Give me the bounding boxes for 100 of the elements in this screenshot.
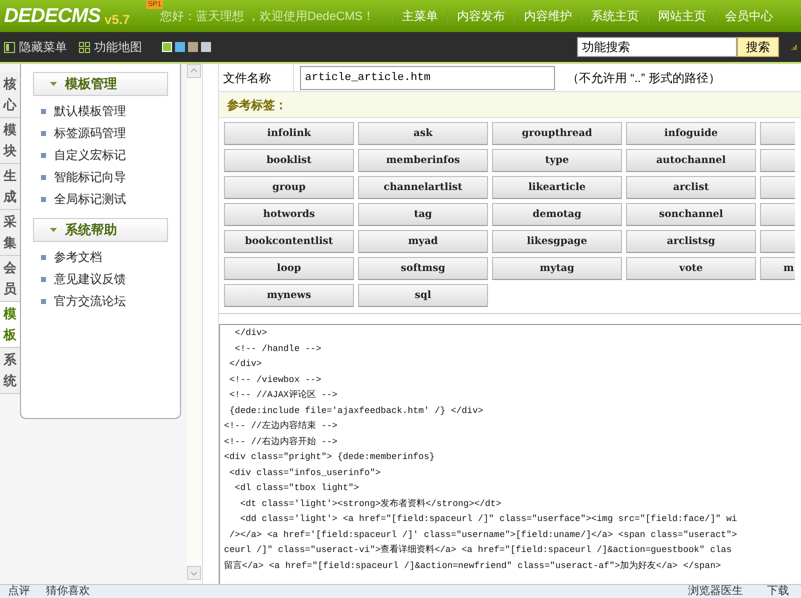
side-tab-label: 会员: [4, 258, 16, 298]
code-line: <div class="pright"> {dede:memberinfos}: [224, 451, 435, 464]
tag-button[interactable]: ask: [358, 122, 488, 145]
caret-icon: [50, 82, 57, 86]
code-line: /></a> <a href='[field:spaceurl /]' class="username">[field:uname/]</a> <span class="useract">: [228, 528, 738, 542]
tag-button[interactable]: demotag: [492, 203, 622, 226]
bullet-icon: [41, 276, 46, 282]
scroll-up-icon[interactable]: [187, 64, 201, 78]
menu-link[interactable]: 全局标记测试: [33, 188, 168, 210]
menu-link[interactable]: 官方交流论坛: [33, 290, 168, 312]
bullet-icon: [41, 254, 46, 260]
code-line: <!-- /handle -->: [234, 342, 322, 356]
bullet-icon: [41, 130, 46, 136]
code-line: ceurl /]" class="useract-vi">查看详细资料</a> <a href="[field:spaceurl /]&action=guestbook" clas: [224, 544, 732, 557]
side-tab[interactable]: 生成: [0, 164, 20, 210]
search-field[interactable]: 功能搜索: [577, 37, 737, 57]
tag-button[interactable]: m: [760, 257, 795, 280]
status-item[interactable]: 浏览器医生: [676, 586, 755, 597]
tag-button[interactable]: arclistsg: [626, 230, 756, 253]
section-title: 模板管理: [65, 75, 117, 94]
side-tab-label: 模块: [4, 120, 16, 160]
toolbar-button[interactable]: 隐藏菜单: [4, 38, 67, 56]
tag-button[interactable]: softmsg: [358, 257, 488, 280]
tag-button[interactable]: [760, 149, 795, 172]
code-line: <!-- //右边内容开始 -->: [224, 436, 338, 448]
section-header[interactable]: 模板管理: [33, 72, 168, 96]
menu-link[interactable]: 智能标记向导: [33, 166, 168, 188]
code-line: </div>: [234, 327, 268, 340]
menu-link[interactable]: 默认模板管理: [33, 100, 168, 122]
tag-button[interactable]: likearticle: [492, 176, 622, 199]
side-tab-label: 生成: [4, 166, 16, 206]
side-tab[interactable]: 模块: [0, 118, 20, 164]
side-tab[interactable]: 模板: [0, 302, 20, 348]
grid-icon: [79, 42, 90, 52]
toolbar-button[interactable]: 功能地图: [79, 38, 142, 56]
filename-field[interactable]: article_article.htm: [300, 66, 555, 90]
status-item[interactable]: 点评: [0, 586, 38, 597]
search-button[interactable]: 搜索: [737, 37, 779, 57]
bullet-icon: [41, 298, 46, 304]
tag-button[interactable]: hotwords: [224, 203, 354, 226]
code-line: <!-- /viewbox -->: [228, 374, 322, 386]
tag-button[interactable]: infolink: [224, 122, 354, 145]
bullet-icon: [41, 174, 46, 180]
tag-button[interactable]: likesgpage: [492, 230, 622, 253]
side-tab-label: 模板: [4, 304, 16, 344]
theme-swatch[interactable]: [188, 42, 198, 52]
tag-button[interactable]: sonchannel: [626, 203, 756, 226]
tag-button[interactable]: mynews: [224, 284, 354, 307]
tag-button[interactable]: sql: [358, 284, 488, 307]
status-item[interactable]: 下载: [755, 586, 801, 597]
tag-button[interactable]: loop: [224, 257, 354, 280]
menu-link[interactable]: 参考文档: [33, 246, 168, 268]
reference-title: 参考标签：: [227, 96, 287, 114]
theme-swatch[interactable]: [162, 42, 172, 52]
side-tab-label: 采集: [4, 212, 16, 252]
side-tab[interactable]: 系统: [0, 348, 20, 394]
path-note: （不允许用 “..” 形式的路径）: [567, 70, 720, 86]
tag-button[interactable]: infoguide: [626, 122, 756, 145]
tag-button[interactable]: autochannel: [626, 149, 756, 172]
tag-button[interactable]: mytag: [492, 257, 622, 280]
side-tab-label: 系统: [4, 350, 16, 390]
tag-button[interactable]: vote: [626, 257, 756, 280]
tag-button[interactable]: groupthread: [492, 122, 622, 145]
code-line: <!-- //左边内容结束 -->: [224, 420, 338, 433]
status-item[interactable]: 猜你喜欢: [38, 586, 98, 597]
side-tab[interactable]: 采集: [0, 210, 20, 256]
tag-button[interactable]: channelartlist: [358, 176, 488, 199]
menu-link[interactable]: 标签源码管理: [33, 122, 168, 144]
code-editor[interactable]: [219, 324, 801, 584]
tag-button[interactable]: type: [492, 149, 622, 172]
section-title: 系统帮助: [65, 221, 117, 240]
side-tab-label: 核心: [4, 74, 16, 114]
panel-icon: [4, 42, 15, 52]
side-tab[interactable]: 会员: [0, 256, 20, 302]
tag-button[interactable]: bookcontentlist: [224, 230, 354, 253]
scroll-down-icon[interactable]: [187, 566, 201, 580]
tag-button[interactable]: memberinfos: [358, 149, 488, 172]
tag-button[interactable]: [760, 230, 795, 253]
theme-swatch[interactable]: [175, 42, 185, 52]
menu-link[interactable]: 意见建议反馈: [33, 268, 168, 290]
tag-button[interactable]: myad: [358, 230, 488, 253]
tag-button[interactable]: arclist: [626, 176, 756, 199]
code-line: {dede:include file='ajaxfeedback.htm' /} </div>: [228, 404, 484, 418]
code-line: <dd class='light'> <a href="[field:spaceurl /]" class="userface"><img src="[field:face/]" wi: [239, 513, 738, 526]
menu-link[interactable]: 自定义宏标记: [33, 144, 168, 166]
code-line: <dt class='light'><strong>发布者资料</strong></dt>: [239, 498, 502, 510]
tag-button[interactable]: [760, 176, 795, 199]
tag-button[interactable]: [760, 122, 795, 145]
tag-button[interactable]: [760, 203, 795, 226]
tag-button[interactable]: tag: [358, 203, 488, 226]
section-header[interactable]: 系统帮助: [33, 218, 168, 242]
greeting: 您好：蓝天理想 ，欢迎使用DedeCMS！: [160, 8, 376, 25]
side-tab[interactable]: 核心: [0, 72, 20, 118]
code-line: 留言</a> <a href="[field:spaceurl /]&action=newfriend" class="useract-af">加为好友</a> </span>: [224, 560, 721, 572]
tag-button[interactable]: group: [224, 176, 354, 199]
code-line: <!-- //AJAX评论区 -->: [228, 388, 338, 402]
bullet-icon: [41, 108, 46, 114]
tag-button[interactable]: booklist: [224, 149, 354, 172]
code-line: <dl class="tbox light">: [234, 482, 360, 495]
theme-swatch[interactable]: [201, 42, 211, 52]
